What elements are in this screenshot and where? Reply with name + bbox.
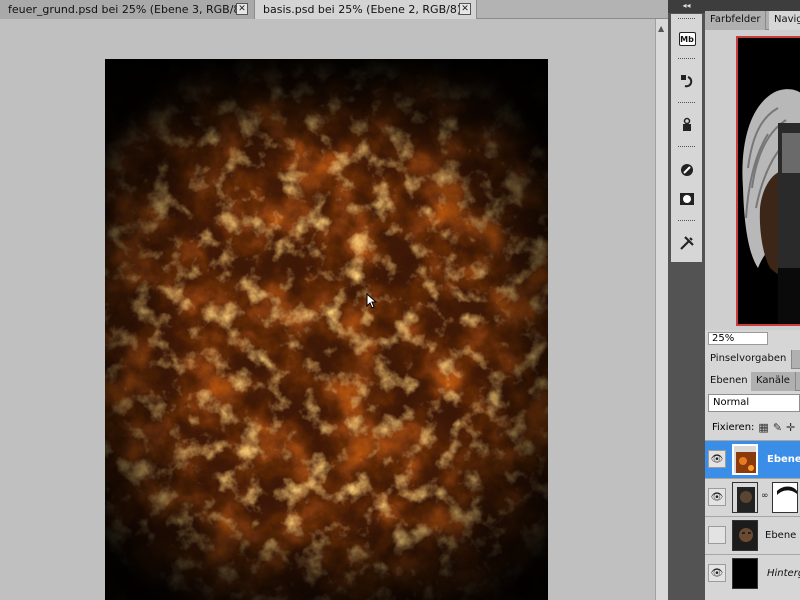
eye-icon[interactable]: 👁 [708,564,726,582]
tab-ebenen[interactable]: Ebenen [705,372,754,391]
layer-thumbnail [732,520,758,551]
layer-row[interactable]: Ebene 1 [705,516,800,554]
tab-navigator[interactable]: Navig [769,11,800,30]
vertical-scrollbar[interactable]: ▲ [655,19,668,600]
scroll-up-icon[interactable]: ▲ [658,24,664,33]
brush-preset-tabs: Pinselvorgaben [705,350,800,369]
document-tab-basis[interactable]: basis.psd bei 25% (Ebene 2, RGB/8) * ✕ [255,0,477,19]
eye-icon[interactable]: 👁 [708,488,726,506]
collapse-panels-icon[interactable]: ◂◂ [668,0,705,13]
layer-name[interactable]: Ebene 1 [765,530,800,541]
actions-icon[interactable] [676,114,698,136]
document-tab-title: feuer_grund.psd bei 25% (Ebene 3, RGB/8) [8,3,245,16]
close-icon[interactable]: ✕ [236,3,248,15]
lock-transparency-icon[interactable]: ▦ [758,421,768,434]
layer-thumbnail [732,482,758,513]
chain-link-icon[interactable]: ∞ [761,491,769,501]
masks-icon[interactable] [676,188,698,210]
grip-icon[interactable] [678,102,695,105]
lock-label: Fixieren: [712,421,755,433]
navigator-image [738,38,800,324]
panel-icon-column: Mb [671,14,702,262]
tab-farbfelder[interactable]: Farbfelder [705,11,767,30]
layer-mask-thumbnail[interactable] [772,482,798,513]
lock-paint-icon[interactable]: ✎ [773,421,782,434]
swatches-navigator-tabs: Farbfelder Navig [705,11,800,30]
tab-kanaele[interactable]: Kanäle [751,372,796,391]
visibility-toggle-empty[interactable] [708,526,726,544]
document-tab-title: basis.psd bei 25% (Ebene 2, RGB/8) * [263,3,471,16]
navigator-thumbnail[interactable] [736,36,800,326]
layer-row[interactable]: 👁 ∞ [705,478,800,516]
right-panel-dock: Farbfelder Navig 25% Pinselvorgaben Eben… [705,0,800,600]
blend-mode-select[interactable]: Normal [708,394,800,412]
grip-icon[interactable] [678,18,695,21]
layer-name[interactable]: Hinterg [767,568,800,579]
layer-thumbnail [732,558,758,589]
navigator-zoom-input[interactable]: 25% [708,332,768,345]
layer-row[interactable]: 👁 Hinterg [705,554,800,600]
close-icon[interactable]: ✕ [459,3,471,15]
grip-icon[interactable] [678,146,695,149]
tool-presets-icon[interactable] [676,232,698,254]
document-tab-feuer-grund[interactable]: feuer_grund.psd bei 25% (Ebene 3, RGB/8)… [0,0,255,19]
layer-thumbnail [732,444,758,475]
document-canvas[interactable] [105,59,548,600]
panel-icon-strip: ◂◂ Mb [668,0,705,600]
navigator-preview [705,30,800,330]
mini-bridge-icon[interactable]: Mb [676,28,698,50]
mouse-cursor-icon [366,293,378,309]
lock-row: Fixieren: ▦ ✎ ✛ [705,418,800,436]
layer-row[interactable]: 👁 Ebene [705,440,800,478]
tab-pinselvorgaben[interactable]: Pinselvorgaben [705,350,793,369]
grip-icon[interactable] [678,58,695,61]
history-icon[interactable] [676,70,698,92]
mini-bridge-label: Mb [678,32,696,46]
lock-position-icon[interactable]: ✛ [786,421,795,434]
layers-channels-tabs: Ebenen Kanäle [705,372,800,391]
color-picker-icon[interactable] [676,159,698,181]
grip-icon[interactable] [678,220,695,223]
fire-texture-image [105,59,548,600]
layer-name[interactable]: Ebene [767,454,800,465]
panel-dock-header [705,0,800,11]
eye-icon[interactable]: 👁 [708,450,726,468]
canvas-area[interactable] [0,19,655,600]
document-tab-bar: feuer_grund.psd bei 25% (Ebene 3, RGB/8)… [0,0,668,19]
